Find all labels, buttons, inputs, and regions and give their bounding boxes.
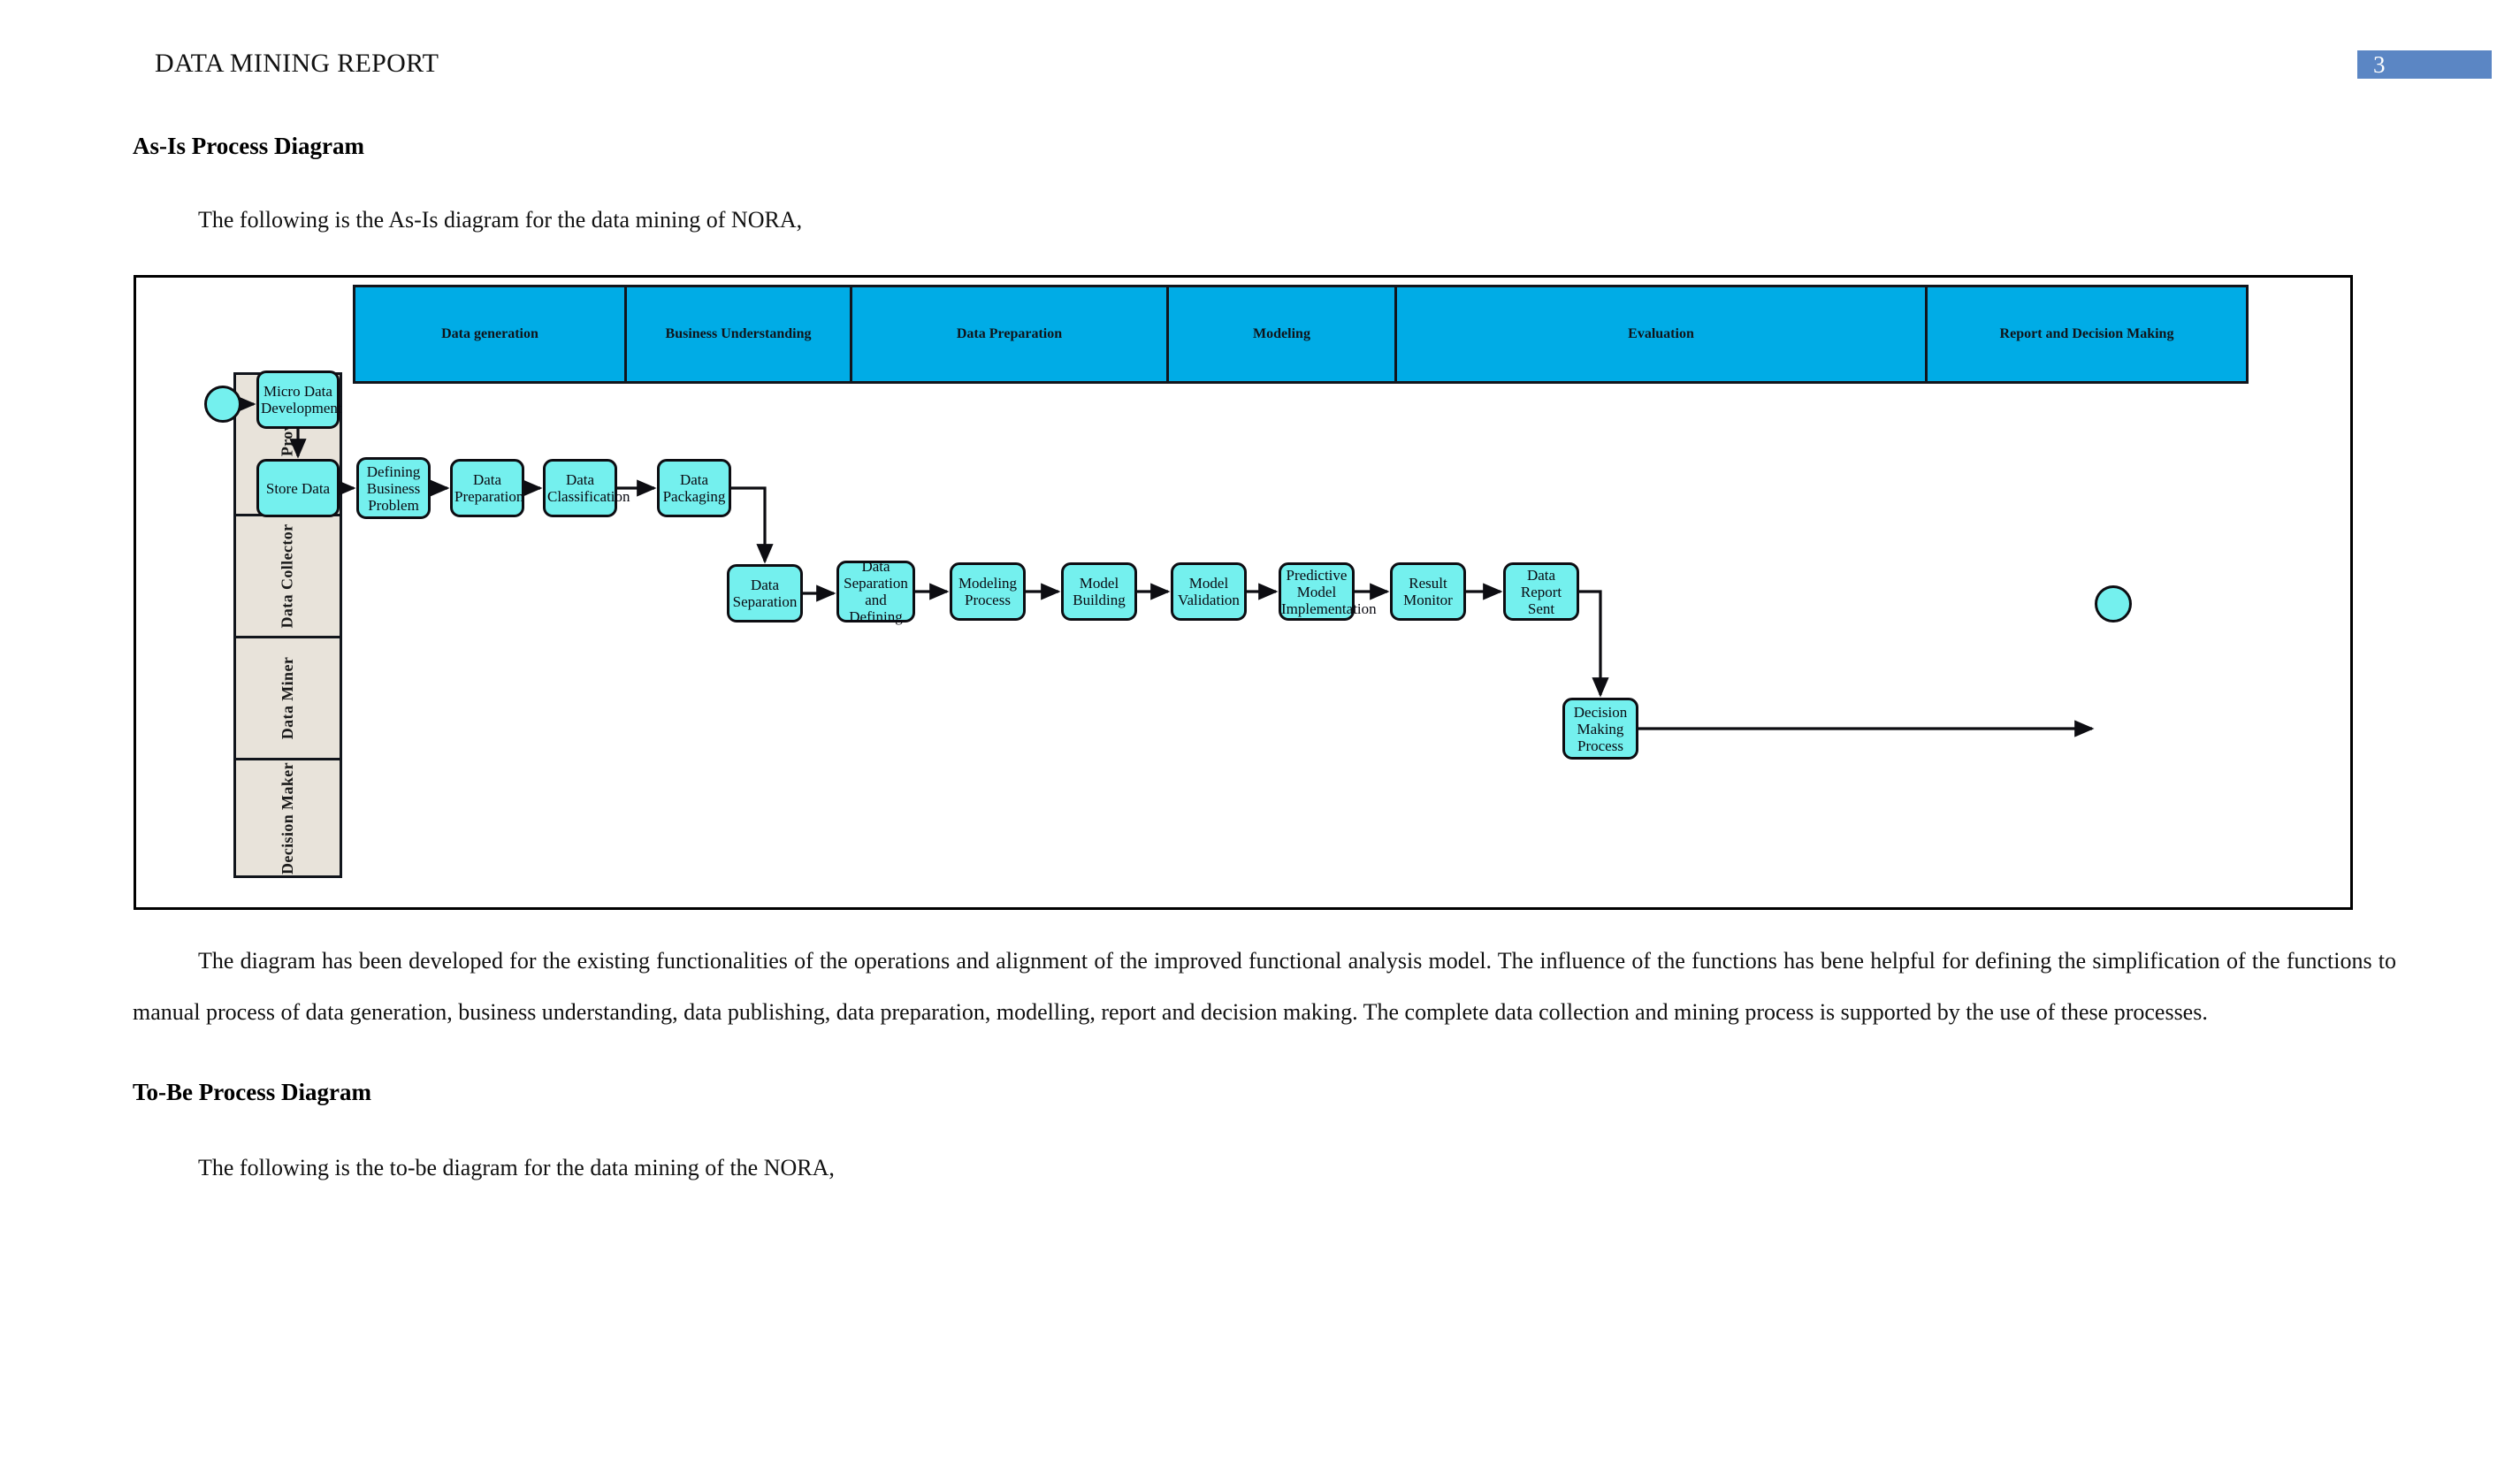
as-is-process-diagram: Data generation Business Understanding Dat… xyxy=(134,275,2353,910)
process-node-data-separation-defining[interactable]: Data Separation and Defining xyxy=(836,558,915,625)
to-be-intro-paragraph: The following is the to-be diagram for t… xyxy=(198,1155,835,1180)
as-is-body-paragraph: The diagram has been developed for the e… xyxy=(133,948,2396,1025)
page-number-badge: 3 xyxy=(2357,50,2492,79)
process-node-defining-business-problem[interactable]: Defining Business Problem xyxy=(356,457,431,519)
process-node-data-separation[interactable]: Data Separation xyxy=(727,564,803,623)
document-header: DATA MINING REPORT 3 xyxy=(0,0,2520,99)
process-node-label: Modeling Process xyxy=(958,575,1018,608)
process-node-label: Micro Data Development xyxy=(261,383,342,416)
heading-to-be-process-diagram: To-Be Process Diagram xyxy=(133,1079,371,1105)
diagram-canvas: Data generation Business Understanding Dat… xyxy=(136,278,2350,907)
process-node-model-validation[interactable]: Model Validation xyxy=(1171,562,1247,621)
process-node-label: Defining Business Problem xyxy=(366,462,421,514)
process-node-data-classification[interactable]: Data Classification xyxy=(543,459,630,517)
as-is-intro-paragraph: The following is the As-Is diagram for t… xyxy=(198,207,803,233)
heading-as-is-process-diagram: As-Is Process Diagram xyxy=(133,133,364,159)
process-node-label: Predictive Model Implementation xyxy=(1281,566,1377,617)
process-node-label: Data Preparation xyxy=(454,471,524,505)
process-node-label: Data Separation and Defining xyxy=(844,558,908,625)
end-event[interactable] xyxy=(2095,585,2132,623)
process-node-data-preparation[interactable]: Data Preparation xyxy=(450,459,524,517)
process-node-predictive-model-implementation[interactable]: Predictive Model Implementation xyxy=(1279,562,1377,621)
process-node-label: Data Separation xyxy=(732,577,798,610)
process-node-label: Data Classification xyxy=(547,471,630,505)
page-number: 3 xyxy=(2373,51,2386,78)
process-node-label: Model Validation xyxy=(1178,575,1240,608)
start-event[interactable] xyxy=(204,386,241,423)
process-node-label: Result Monitor xyxy=(1403,575,1453,608)
process-node-decision-making-process[interactable]: Decision Making Process xyxy=(1562,698,1638,760)
process-node-result-monitor[interactable]: Result Monitor xyxy=(1390,562,1466,621)
process-node-label: Data Report Sent xyxy=(1520,566,1562,617)
process-node-label: Model Building xyxy=(1073,575,1126,608)
process-node-label: Data Packaging xyxy=(662,471,726,505)
process-node-data-packaging[interactable]: Data Packaging xyxy=(657,459,731,517)
process-node-label: Store Data xyxy=(265,479,331,497)
process-node-label: Decision Making Process xyxy=(1573,703,1628,754)
process-node-store-data[interactable]: Store Data xyxy=(256,459,340,517)
process-node-micro-data-development[interactable]: Micro Data Development xyxy=(256,370,342,429)
process-node-modeling-process[interactable]: Modeling Process xyxy=(950,562,1026,621)
node-layer: Micro Data Development Store Data Defining… xyxy=(136,278,2350,907)
document-header-title: DATA MINING REPORT xyxy=(155,49,439,78)
process-node-data-report-sent[interactable]: Data Report Sent xyxy=(1503,562,1579,621)
process-node-model-building[interactable]: Model Building xyxy=(1061,562,1137,621)
